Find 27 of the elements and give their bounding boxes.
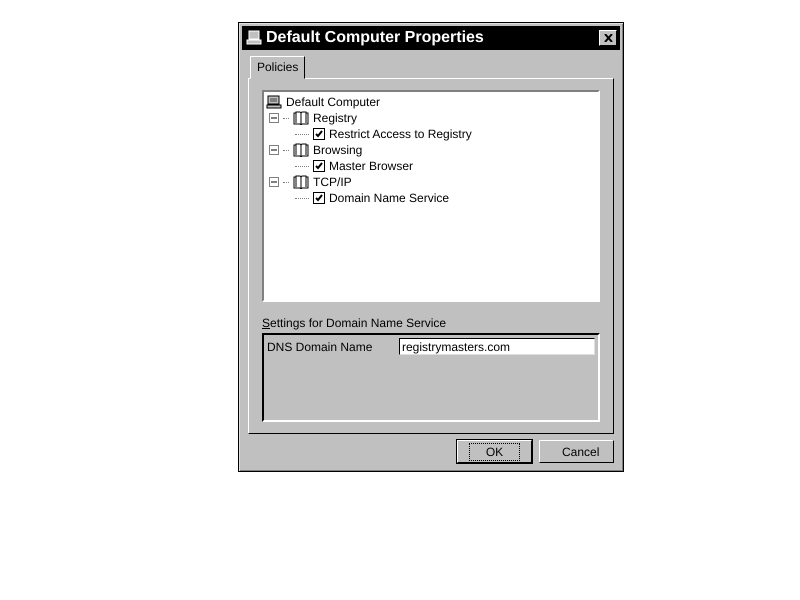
input-field[interactable]: registrymasters.com [399, 338, 595, 355]
book-icon [293, 111, 309, 125]
computer-icon [246, 30, 262, 46]
close-icon [604, 34, 612, 42]
field-label: DNS Domain Name [267, 340, 372, 354]
tree-item[interactable]: Registry [313, 111, 358, 125]
book-icon [293, 175, 309, 189]
collapse-icon[interactable] [269, 113, 279, 123]
ok-button[interactable]: OK [457, 440, 532, 463]
tab[interactable]: Policies [250, 56, 306, 79]
checkbox[interactable] [313, 192, 325, 204]
tree-item[interactable]: Browsing [313, 143, 362, 157]
collapse-icon[interactable] [269, 177, 279, 187]
tree-item[interactable]: TCP/IP [313, 175, 352, 189]
close-button[interactable] [599, 30, 617, 46]
tree-item[interactable]: Default Computer [286, 95, 380, 109]
checkbox[interactable] [313, 128, 325, 140]
settings-label: Settings for Domain Name Service [262, 316, 448, 330]
collapse-icon[interactable] [269, 145, 279, 155]
tree-item[interactable]: Master Browser [329, 159, 414, 173]
book-icon [293, 143, 309, 157]
checkbox[interactable] [313, 160, 325, 172]
tree-item[interactable]: Restrict Access to Registry [329, 127, 472, 141]
window-title: Default Computer Properties [266, 29, 485, 47]
tree-item[interactable]: Domain Name Service [329, 191, 450, 205]
computer-icon [266, 95, 282, 109]
cancel-button[interactable]: Cancel [539, 440, 614, 463]
